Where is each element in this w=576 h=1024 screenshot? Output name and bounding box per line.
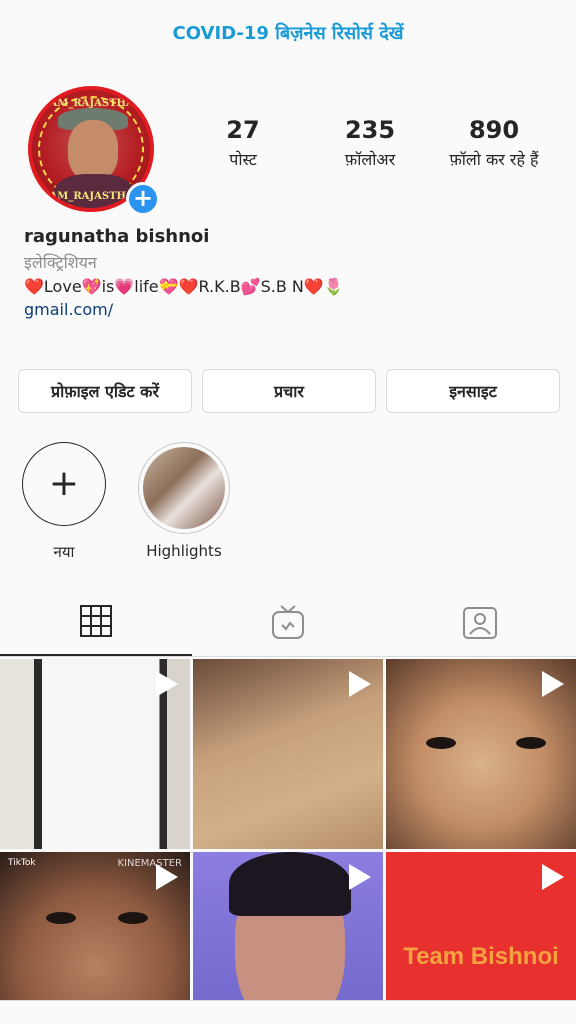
stat-posts[interactable]: 27 पोस्ट xyxy=(198,116,288,170)
stat-posts-label: पोस्ट xyxy=(229,150,257,169)
tagged-person-icon xyxy=(463,607,497,639)
story-highlights: + नया Highlights xyxy=(0,442,576,572)
new-highlight[interactable]: + नया xyxy=(22,442,106,562)
post-thumbnail[interactable] xyxy=(0,659,190,849)
stat-following-value: 890 xyxy=(468,116,520,144)
tab-igtv[interactable] xyxy=(192,588,384,656)
highlight-cover[interactable] xyxy=(138,442,230,534)
video-icon xyxy=(156,671,178,697)
add-story-icon[interactable]: + xyxy=(126,182,160,216)
video-icon xyxy=(349,864,371,890)
igtv-icon xyxy=(272,605,304,639)
new-highlight-circle[interactable]: + xyxy=(22,442,106,526)
profile-screen: COVID-19 बिज़नेस रिसोर्स देखें TEAM_RAJA… xyxy=(0,0,576,1024)
stat-following-label: फ़ॉलो कर रहे हैं xyxy=(449,150,539,169)
tab-tagged[interactable] xyxy=(384,588,576,656)
new-highlight-label: नया xyxy=(53,543,75,561)
stat-followers-value: 235 xyxy=(344,116,396,144)
stat-followers[interactable]: 235 फ़ॉलोअर xyxy=(320,116,420,170)
video-icon xyxy=(349,671,371,697)
tiktok-caption: TikTok xyxy=(8,858,36,868)
video-icon xyxy=(542,671,564,697)
covid-resources-link[interactable]: COVID-19 बिज़नेस रिसोर्स देखें xyxy=(0,0,576,66)
profile-name: ragunatha bishnoi xyxy=(24,226,210,247)
posts-grid: TikTok KINEMASTER Team Bishnoi xyxy=(0,659,576,1024)
profile-tabs xyxy=(0,588,576,656)
grid-icon xyxy=(80,605,112,637)
plus-icon: + xyxy=(48,463,80,504)
post-thumbnail[interactable] xyxy=(386,659,576,849)
post-thumbnail[interactable] xyxy=(193,659,383,849)
profile-actions: प्रोफ़ाइल एडिट करें प्रचार इनसाइट xyxy=(18,369,560,413)
video-icon xyxy=(156,864,178,890)
highlight-item[interactable]: Highlights xyxy=(132,442,236,560)
stat-followers-label: फ़ॉलोअर xyxy=(344,150,396,169)
bio-section: ragunatha bishnoi इलेक्ट्रिशियन ❤️Love💖i… xyxy=(24,226,564,319)
post-thumbnail[interactable]: TikTok KINEMASTER xyxy=(0,852,190,1024)
team-bishnoi-text: Team Bishnoi xyxy=(403,943,559,970)
insights-button[interactable]: इनसाइट xyxy=(386,369,560,413)
stat-following[interactable]: 890 फ़ॉलो कर रहे हैं xyxy=(434,116,554,170)
promote-button[interactable]: प्रचार xyxy=(202,369,376,413)
edit-profile-button[interactable]: प्रोफ़ाइल एडिट करें xyxy=(18,369,192,413)
bottom-nav xyxy=(0,1000,576,1024)
post-thumbnail[interactable]: Team Bishnoi xyxy=(386,852,576,1024)
highlight-label: Highlights xyxy=(146,542,222,560)
tab-grid[interactable] xyxy=(0,588,192,656)
stat-posts-value: 27 xyxy=(226,116,260,144)
profile-category: इलेक्ट्रिशियन xyxy=(24,253,97,272)
avatar[interactable]: TEAM_RAJASTHANI TEAM_RAJASTHANI + xyxy=(28,86,160,216)
post-thumbnail[interactable] xyxy=(193,852,383,1024)
bio-text: ❤️Love💖is💗life💝❤️R.K.B💕S.B N❤️🌷 xyxy=(24,277,344,296)
profile-header: TEAM_RAJASTHANI TEAM_RAJASTHANI + 27 पोस… xyxy=(0,82,576,216)
bio-link[interactable]: gmail.com/ xyxy=(24,300,564,319)
video-icon xyxy=(542,864,564,890)
